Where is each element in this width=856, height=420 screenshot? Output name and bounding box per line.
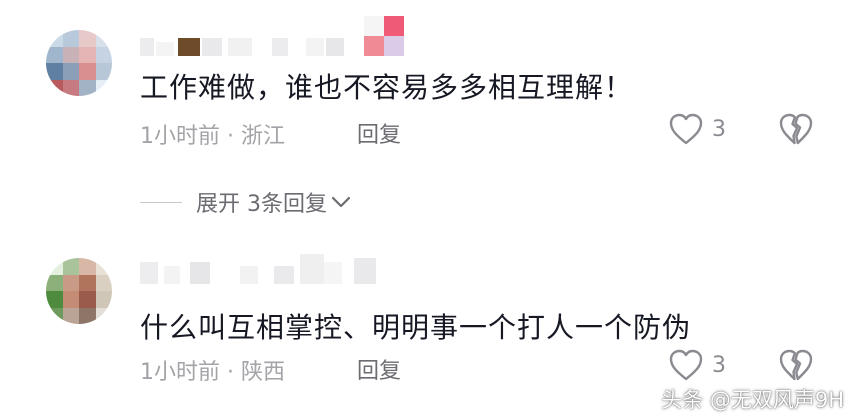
expand-label: 展开 3条回复 xyxy=(196,192,327,217)
heart-outline-icon xyxy=(669,349,703,381)
dislike-button[interactable] xyxy=(778,348,814,386)
divider-line xyxy=(140,201,182,203)
heart-outline-icon xyxy=(669,113,703,145)
comment-item-1: 工作难做，谁也不容易多多相互理解！ 1小时前 · 浙江 回复 3 xyxy=(0,0,856,175)
broken-heart-icon xyxy=(779,113,813,145)
comment-text: 工作难做，谁也不容易多多相互理解！ xyxy=(140,71,634,104)
comment-meta: 1小时前 · 浙江 xyxy=(140,124,285,149)
reply-button[interactable]: 回复 xyxy=(357,117,401,149)
expand-replies-button[interactable]: 展开 3条回复 xyxy=(140,186,351,218)
avatar[interactable] xyxy=(46,30,112,96)
like-button[interactable]: 3 xyxy=(668,112,726,146)
dislike-button[interactable] xyxy=(778,112,814,150)
broken-heart-icon xyxy=(779,349,813,381)
avatar[interactable] xyxy=(46,258,112,324)
chevron-down-icon xyxy=(331,196,351,208)
username-redacted[interactable] xyxy=(140,16,404,56)
comment-text: 什么叫互相掌控、明明事一个打人一个防伪 xyxy=(140,311,692,344)
like-count: 3 xyxy=(712,352,726,378)
reply-button[interactable]: 回复 xyxy=(357,353,401,385)
watermark: 头条 @无双风声9H xyxy=(661,388,844,412)
username-redacted[interactable] xyxy=(140,254,376,284)
like-count: 3 xyxy=(712,116,726,142)
comment-meta: 1小时前 · 陕西 xyxy=(140,360,285,385)
like-button[interactable]: 3 xyxy=(668,348,726,382)
